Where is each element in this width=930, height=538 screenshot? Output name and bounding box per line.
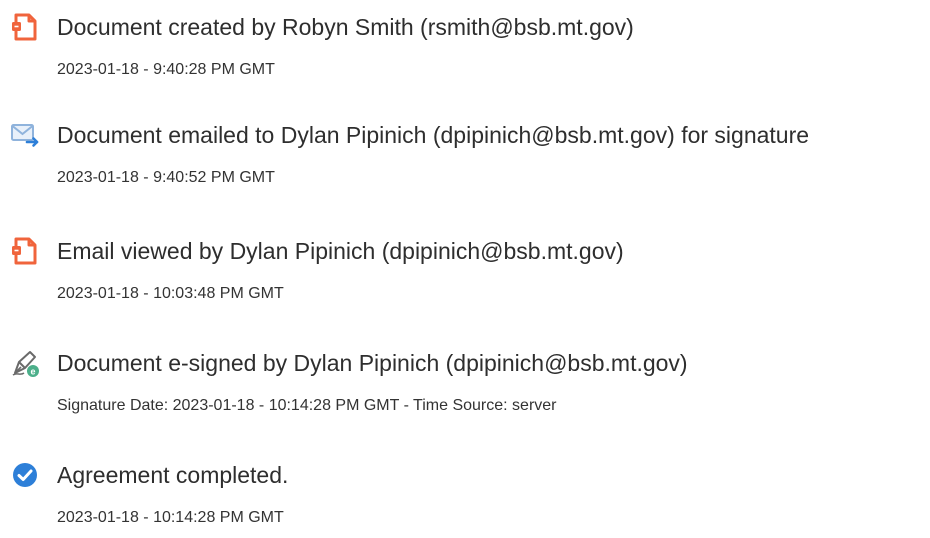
- document-created-icon: [10, 12, 40, 42]
- email-sent-icon: [10, 120, 40, 150]
- document-viewed-icon: [10, 236, 40, 266]
- event-title: Agreement completed.: [57, 462, 289, 488]
- event-timestamp: 2023-01-18 - 9:40:52 PM GMT: [57, 169, 275, 186]
- event-timestamp: 2023-01-18 - 10:14:28 PM GMT: [57, 509, 284, 526]
- esign-pen-icon: e: [10, 348, 40, 378]
- event-timestamp: 2023-01-18 - 10:03:48 PM GMT: [57, 285, 284, 302]
- event-title: Document created by Robyn Smith (rsmith@…: [57, 14, 634, 40]
- svg-text:e: e: [30, 367, 35, 377]
- event-timestamp: Signature Date: 2023-01-18 - 10:14:28 PM…: [57, 397, 557, 414]
- event-timestamp: 2023-01-18 - 9:40:28 PM GMT: [57, 61, 275, 78]
- event-title: Document e-signed by Dylan Pipinich (dpi…: [57, 350, 688, 376]
- event-title: Email viewed by Dylan Pipinich (dpipinic…: [57, 238, 624, 264]
- event-title: Document emailed to Dylan Pipinich (dpip…: [57, 122, 810, 148]
- check-circle-icon: [10, 460, 40, 490]
